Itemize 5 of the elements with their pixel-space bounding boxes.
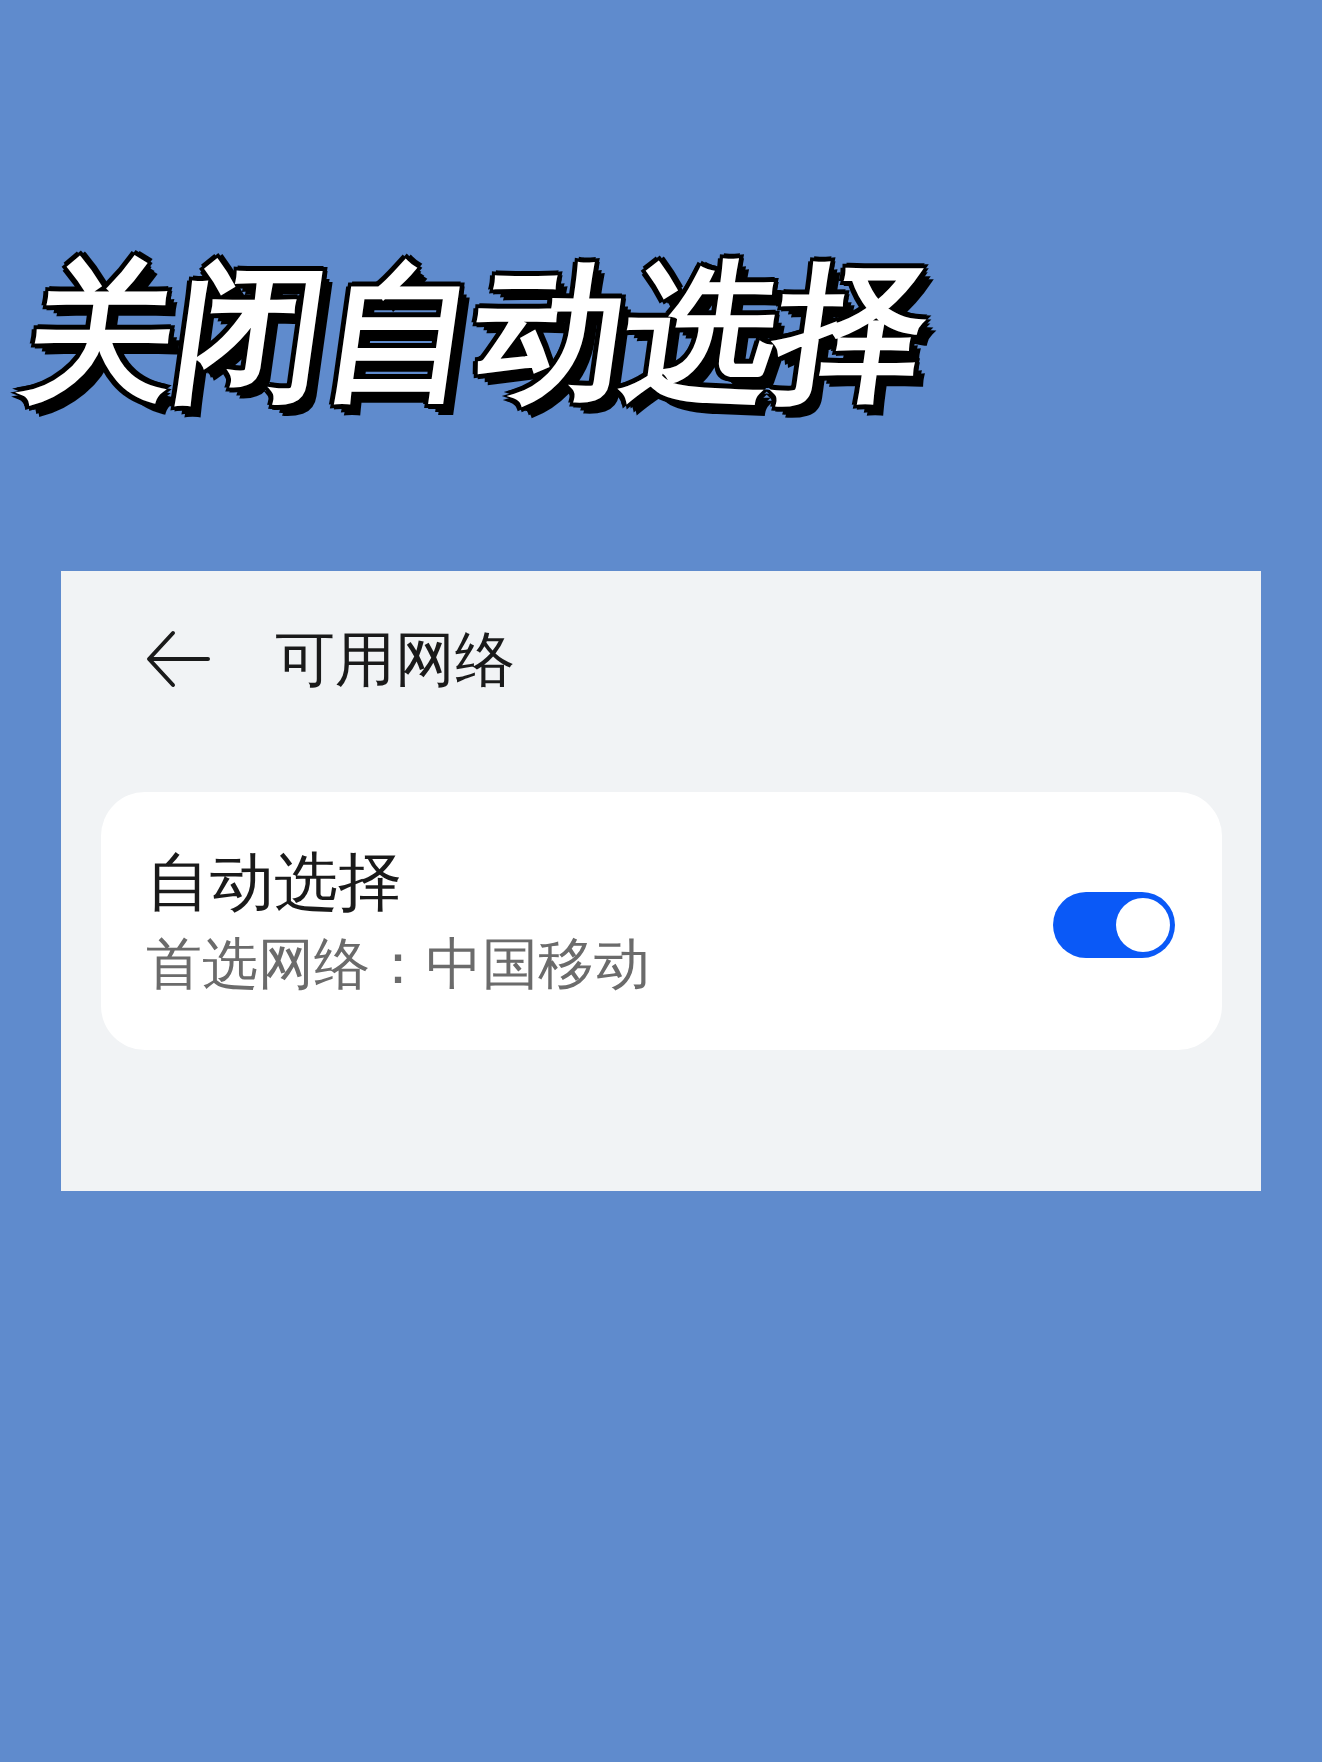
setting-title: 自动选择	[146, 846, 403, 920]
header-title: 可用网络	[275, 626, 515, 692]
back-icon[interactable]	[146, 630, 210, 688]
headline-title: 关闭自动选择	[13, 244, 940, 421]
setting-subtitle: 首选网络：中国移动	[146, 931, 650, 996]
